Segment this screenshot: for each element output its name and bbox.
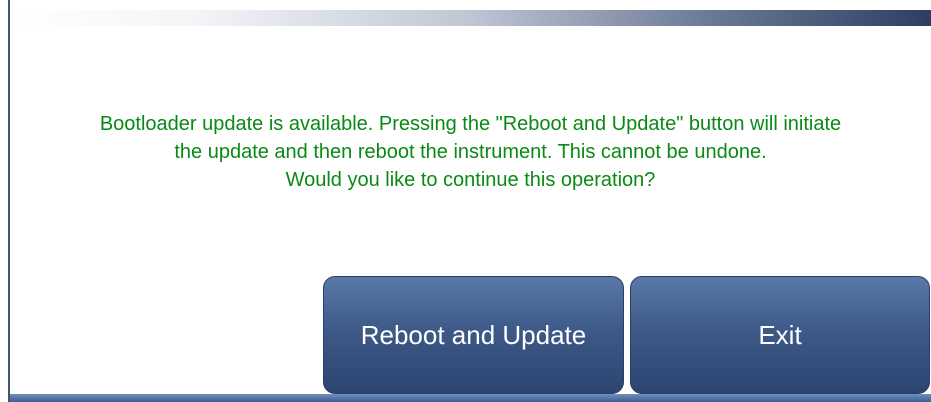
left-border: [8, 0, 10, 402]
header-bar: [10, 10, 931, 26]
bootloader-update-message: Bootloader update is available. Pressing…: [10, 110, 931, 194]
exit-button[interactable]: Exit: [630, 276, 930, 394]
message-line-3: Would you like to continue this operatio…: [285, 169, 656, 191]
bottom-bar: [10, 394, 931, 402]
reboot-and-update-button[interactable]: Reboot and Update: [323, 276, 624, 394]
update-dialog-screen: Bootloader update is available. Pressing…: [0, 0, 931, 402]
message-line-2: the update and then reboot the instrumen…: [174, 141, 767, 163]
exit-label: Exit: [758, 319, 802, 350]
message-line-1: Bootloader update is available. Pressing…: [99, 113, 842, 135]
reboot-and-update-label: Reboot and Update: [360, 319, 587, 350]
